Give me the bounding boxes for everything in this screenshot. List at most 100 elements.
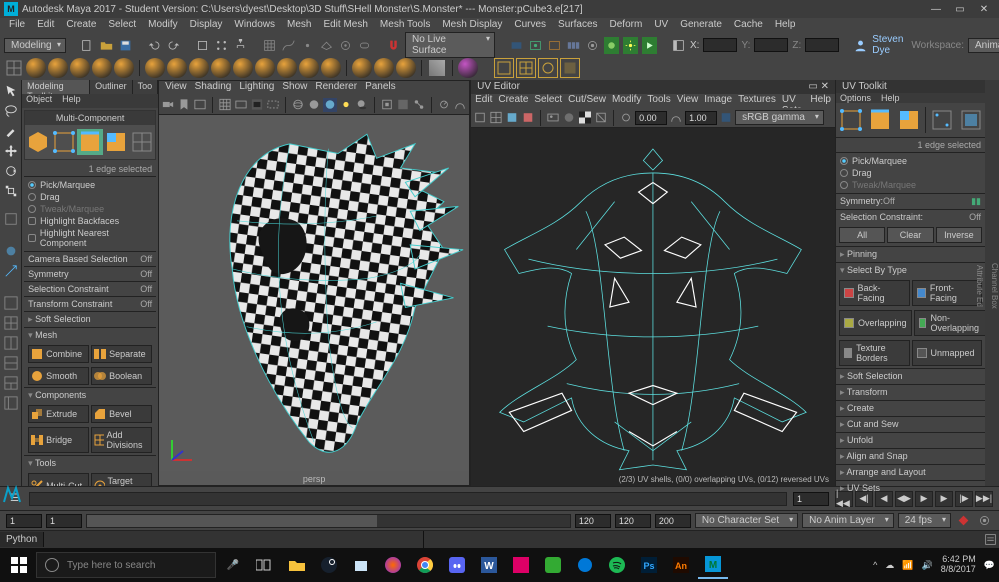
- range-end-field[interactable]: [655, 514, 691, 528]
- uvtk-menu-help[interactable]: Help: [881, 93, 900, 103]
- uv-menu-tools[interactable]: Tools: [647, 94, 670, 108]
- snap-point-icon[interactable]: [300, 37, 315, 54]
- uvtk-front-facing-button[interactable]: Front-Facing: [912, 280, 983, 306]
- uv-menu-edit[interactable]: Edit: [475, 94, 492, 108]
- shelf-item[interactable]: [374, 58, 394, 78]
- mic-icon[interactable]: 🎤: [218, 551, 248, 579]
- four-pane-icon[interactable]: [2, 314, 20, 332]
- two-pane-v-icon[interactable]: [2, 334, 20, 352]
- shelf-item[interactable]: [26, 58, 46, 78]
- vp-wireframe-icon[interactable]: [291, 98, 305, 112]
- vp-grid-icon[interactable]: [218, 98, 232, 112]
- outliner-layout-icon[interactable]: [2, 394, 20, 412]
- menu-edit[interactable]: Edit: [32, 18, 59, 34]
- workspace-selector[interactable]: Animation*: [968, 38, 999, 53]
- shelf-item[interactable]: [427, 58, 447, 78]
- snap-curve-icon[interactable]: [281, 37, 296, 54]
- store-icon[interactable]: [346, 551, 376, 579]
- uv-colorspace-selector[interactable]: sRGB gamma: [735, 110, 824, 125]
- close-button[interactable]: ✕: [973, 1, 995, 17]
- uvtk-symmetry[interactable]: Symmetry:Off▮▮: [836, 193, 985, 209]
- soft-mod-tool-icon[interactable]: [2, 242, 20, 260]
- vp-select-camera-icon[interactable]: [161, 98, 175, 112]
- uvtk-section-pinning[interactable]: Pinning: [836, 246, 985, 262]
- action-center-icon[interactable]: 💬: [984, 560, 995, 571]
- toggle-panel-icon[interactable]: [671, 37, 686, 54]
- mtk-tweak[interactable]: Tweak/Marquee: [28, 203, 152, 215]
- shelf-item[interactable]: [277, 58, 297, 78]
- select-by-object-icon[interactable]: [195, 37, 210, 54]
- anim-start-field[interactable]: [6, 514, 42, 528]
- uvtk-overlapping-button[interactable]: Overlapping: [839, 310, 912, 336]
- single-pane-icon[interactable]: [2, 294, 20, 312]
- last-tool-icon[interactable]: [2, 210, 20, 228]
- mtk-transform-constraint[interactable]: Transform ConstraintOff: [24, 296, 156, 311]
- mtk-multicut-button[interactable]: Multi-Cut: [28, 473, 89, 486]
- command-input[interactable]: [44, 531, 424, 548]
- spotify-icon[interactable]: [602, 551, 632, 579]
- mtk-section-soft-selection[interactable]: Soft Selection: [24, 311, 156, 327]
- volume-icon[interactable]: 🔊: [922, 560, 933, 571]
- maya-taskbar-icon[interactable]: M: [698, 551, 728, 579]
- mtk-add-divisions-button[interactable]: Add Divisions: [91, 427, 152, 453]
- restore-button[interactable]: ▭: [949, 1, 971, 17]
- menu-file[interactable]: File: [4, 18, 30, 34]
- uv-mode-icon[interactable]: [129, 129, 155, 155]
- vp-isolate-icon[interactable]: [380, 98, 394, 112]
- fps-selector[interactable]: 24 fps: [898, 513, 951, 528]
- mtk-extrude-button[interactable]: Extrude: [28, 405, 89, 423]
- prefs-icon[interactable]: [976, 512, 993, 529]
- uv-gamma-icon[interactable]: [669, 111, 683, 125]
- onedrive-icon[interactable]: ☁: [885, 560, 894, 571]
- uv-image-toggle-icon[interactable]: [546, 111, 560, 125]
- menu-curves[interactable]: Curves: [509, 18, 551, 34]
- sym-y-field[interactable]: [754, 38, 788, 52]
- app3-icon[interactable]: [538, 551, 568, 579]
- vp-menu-show[interactable]: Show: [282, 81, 307, 95]
- minimize-button[interactable]: —: [925, 1, 947, 17]
- menu-modify[interactable]: Modify: [143, 18, 182, 34]
- uv-dim-image-icon[interactable]: [562, 111, 576, 125]
- vp-gate-mask-icon[interactable]: [250, 98, 264, 112]
- vp-image-plane-icon[interactable]: [193, 98, 207, 112]
- uvtk-clear-button[interactable]: Clear: [887, 227, 933, 243]
- photoshop-icon[interactable]: Ps: [634, 551, 664, 579]
- play-backwards-icon[interactable]: ◀▶: [895, 491, 913, 507]
- uv-gamma-field[interactable]: [685, 111, 717, 125]
- vp-resolution-gate-icon[interactable]: [266, 98, 280, 112]
- go-to-end-icon[interactable]: ▶▶|: [975, 491, 993, 507]
- vp-shadows-icon[interactable]: [355, 98, 369, 112]
- shelf-item[interactable]: [255, 58, 275, 78]
- vp-menu-panels[interactable]: Panels: [365, 81, 396, 95]
- taskbar-clock[interactable]: 6:42 PM8/8/2017: [941, 555, 976, 575]
- mtk-section-tools[interactable]: Tools: [24, 455, 156, 471]
- channel-box-tab-strip[interactable]: Channel BoxAttribute Ed: [985, 80, 999, 486]
- chrome-icon[interactable]: [410, 551, 440, 579]
- vp-xray-joints-icon[interactable]: [412, 98, 426, 112]
- uvtk-section-transform[interactable]: Transform: [836, 384, 985, 400]
- menu-uv[interactable]: UV: [649, 18, 673, 34]
- sym-z-field[interactable]: [805, 38, 839, 52]
- uvtk-back-facing-button[interactable]: Back-Facing: [839, 280, 910, 306]
- vp-menu-lighting[interactable]: Lighting: [239, 81, 274, 95]
- mtk-section-mesh[interactable]: Mesh: [24, 327, 156, 343]
- object-mode-icon[interactable]: [25, 129, 51, 155]
- uvtk-section-cut-and-sew[interactable]: Cut and Sew: [836, 416, 985, 432]
- mtk-bridge-button[interactable]: Bridge: [28, 427, 89, 453]
- menu-cache[interactable]: Cache: [729, 18, 768, 34]
- uvtk-menu-options[interactable]: Options: [840, 93, 871, 103]
- snap-live-icon[interactable]: [338, 37, 353, 54]
- show-manip-tool-icon[interactable]: [2, 262, 20, 280]
- menu-set-selector[interactable]: Modeling: [4, 38, 66, 53]
- shelf-item[interactable]: [560, 58, 580, 78]
- uvtk-texture-borders-button[interactable]: Texture Borders: [839, 340, 910, 366]
- snap-grid-icon[interactable]: [262, 37, 277, 54]
- playback-end-field[interactable]: [575, 514, 611, 528]
- shelf-item[interactable]: [48, 58, 68, 78]
- range-track[interactable]: [86, 514, 571, 528]
- uvtk-section-soft-selection[interactable]: Soft Selection: [836, 368, 985, 384]
- uvtk-all-button[interactable]: All: [839, 227, 885, 243]
- uv-checker-icon[interactable]: [578, 111, 592, 125]
- shelf-item[interactable]: [299, 58, 319, 78]
- uvtk-symmetry-toggle-icon[interactable]: ▮▮: [971, 196, 981, 207]
